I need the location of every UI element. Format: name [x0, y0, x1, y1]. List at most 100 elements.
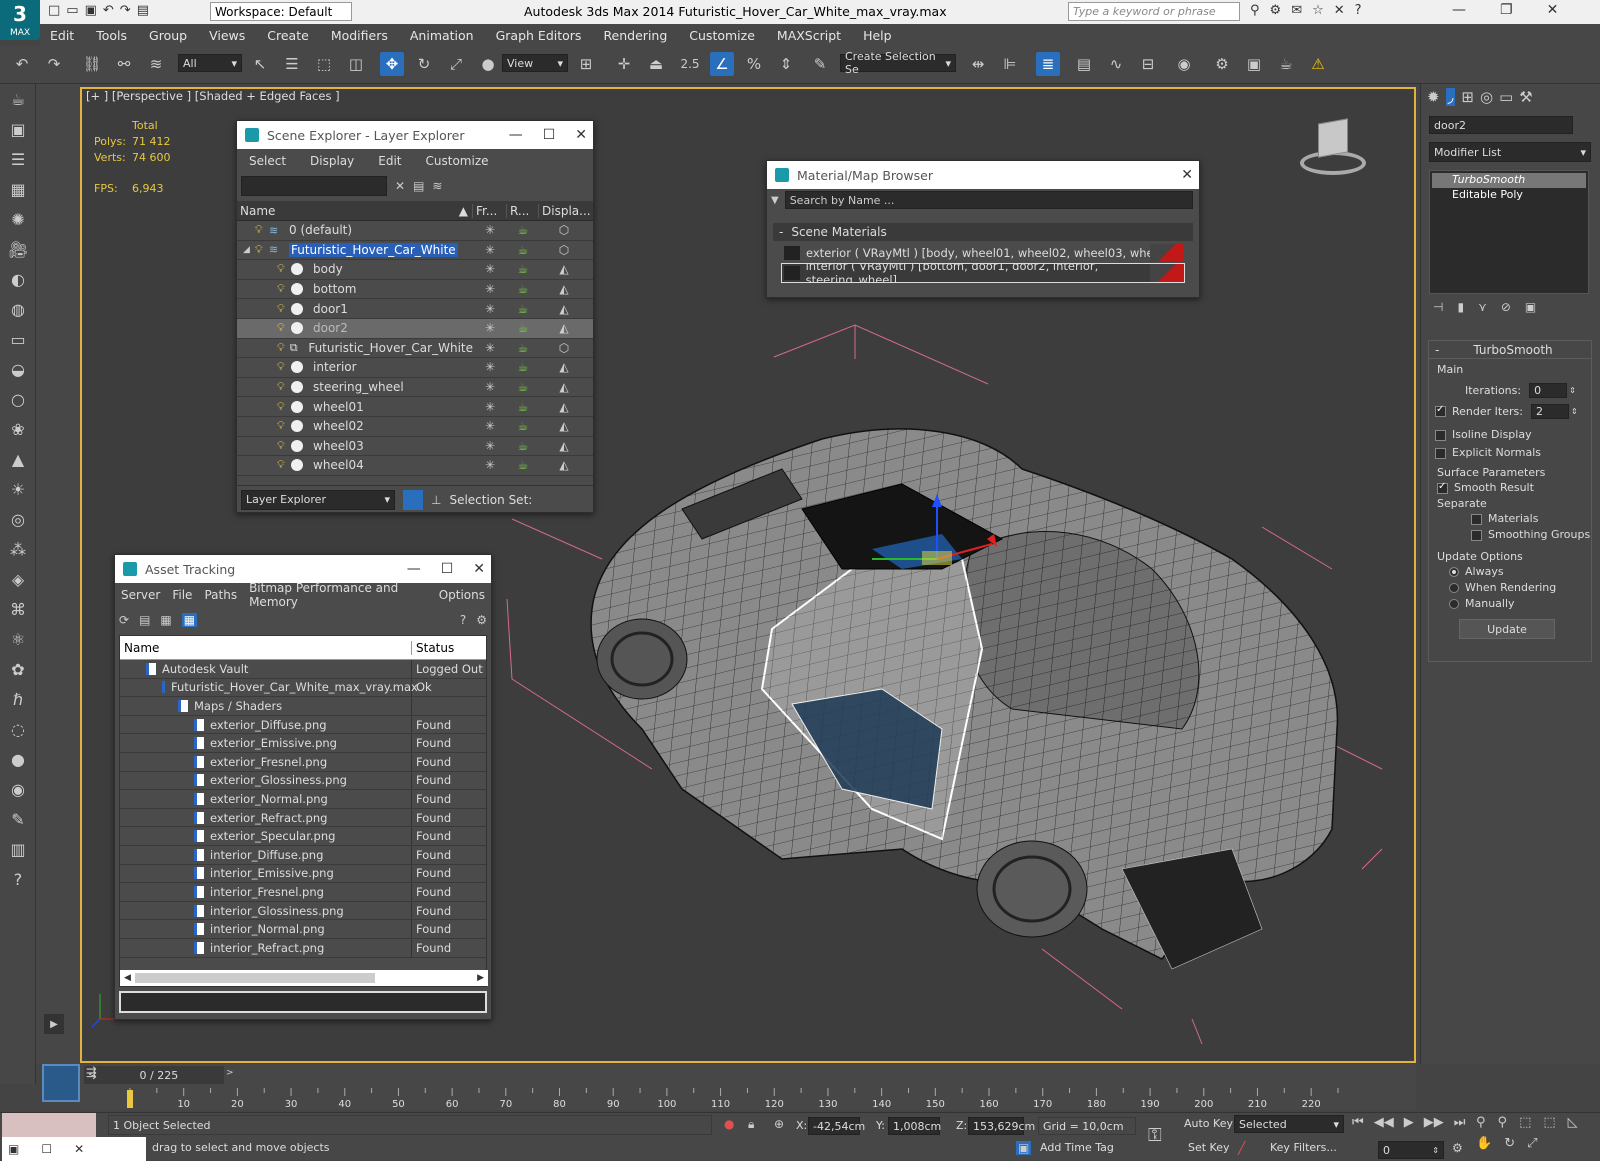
menu-rendering[interactable]: Rendering	[593, 28, 679, 43]
update-always-radio[interactable]	[1449, 567, 1459, 577]
z-coordinate-field[interactable]: 153,629cm	[968, 1117, 1035, 1135]
render-teapot-icon[interactable]: ☕	[507, 302, 539, 316]
asset-row[interactable]: exterior_Refract.png Found	[120, 808, 486, 828]
undo-icon[interactable]: ↶	[103, 3, 114, 18]
freeze-icon[interactable]: ✳	[473, 262, 507, 276]
box-icon[interactable]: ◒	[0, 354, 36, 384]
plant-icon[interactable]: ❀	[0, 414, 36, 444]
foliage-icon[interactable]: ✿	[0, 654, 36, 684]
maximize-icon[interactable]: ☐	[543, 127, 556, 143]
pin-stack-icon[interactable]: ⊣	[1433, 300, 1443, 314]
scroll-thumb[interactable]	[134, 973, 375, 983]
create-tab-icon[interactable]: ✹	[1427, 88, 1440, 106]
maximize-window-icon[interactable]: ❐	[1500, 2, 1513, 18]
menu-tools[interactable]: Tools	[86, 28, 139, 43]
next-frame-arrow-icon[interactable]: >	[226, 1068, 234, 1078]
render-teapot-icon[interactable]: ☕	[507, 321, 539, 335]
pan-icon[interactable]: ✋	[1476, 1136, 1492, 1151]
select-and-move-icon[interactable]: ✥	[380, 52, 404, 76]
hierarchy-mode-icon[interactable]: ⊥	[431, 493, 441, 507]
named-selection-set-dropdown[interactable]: Create Selection Se ▾	[840, 50, 956, 76]
favorites-star-icon[interactable]: ☆	[1312, 3, 1324, 18]
cone-icon[interactable]: ▲	[0, 444, 36, 474]
list-view-icon[interactable]: ▤	[139, 613, 150, 627]
time-tag-icon[interactable]: ▣	[1016, 1141, 1032, 1155]
update-when-rendering-radio[interactable]	[1449, 583, 1459, 593]
snap-toggle-icon[interactable]: 2.5	[678, 52, 702, 76]
subscription-icon[interactable]: ⚙	[1270, 3, 1282, 18]
nurbs-icon[interactable]: ⌘	[0, 594, 36, 624]
render-iters-spinner-arrows[interactable]: ⇕	[1571, 407, 1578, 416]
utilities-tab-icon[interactable]: ⚒	[1519, 88, 1532, 106]
update-button[interactable]: Update	[1459, 619, 1555, 639]
undo-icon[interactable]: ↶	[10, 52, 34, 76]
explicit-normals-checkbox[interactable]	[1435, 447, 1446, 459]
visibility-bulb-icon[interactable]: 💡︎	[277, 400, 291, 414]
spinner-snap-icon[interactable]: ⇕	[774, 52, 798, 76]
material-icon[interactable]: ◉	[0, 774, 36, 804]
se-menu-edit[interactable]: Edit	[366, 154, 413, 168]
link-icon[interactable]: ⛓	[80, 52, 104, 76]
track-bar[interactable]: 0102030405060708090100110120130140150160…	[80, 1088, 1416, 1110]
save-icon[interactable]: ▣	[85, 3, 97, 18]
listener-restore-icon[interactable]: ☐	[41, 1142, 52, 1156]
play-icon[interactable]: ▶	[1404, 1115, 1414, 1130]
scene-explorer-row[interactable]: 💡︎ body ✳ ☕ ◭	[237, 260, 593, 280]
current-frame-field[interactable]: 0 ⇕	[1378, 1141, 1444, 1159]
angle-snap-icon[interactable]: ∠	[710, 52, 734, 76]
asset-row[interactable]: interior_Fresnel.png Found	[120, 883, 486, 902]
go-to-end-icon[interactable]: ⏭	[1454, 1115, 1466, 1130]
project-folder-icon[interactable]: ▤	[137, 3, 149, 18]
render-frame-icon[interactable]: ▣	[0, 114, 36, 144]
scene-explorer-row[interactable]: 💡︎ wheel01 ✳ ☕ ◭	[237, 397, 593, 417]
asset-row[interactable]: Futuristic_Hover_Car_White_max_vray.max O…	[120, 678, 486, 698]
display-shaded-icon[interactable]: ◭	[539, 439, 589, 453]
redo-icon[interactable]: ↷	[120, 3, 131, 18]
minimize-icon[interactable]: —	[407, 561, 421, 577]
expand-arrow-icon[interactable]: ▶	[44, 1014, 64, 1034]
browser-options-icon[interactable]: ▼	[771, 195, 779, 206]
display-shaded-icon[interactable]: ◭	[539, 400, 589, 414]
percent-snap-icon[interactable]: %	[742, 52, 766, 76]
zoom-extents-icon[interactable]: ⬚	[1519, 1115, 1531, 1130]
display-shaded-icon[interactable]: ◭	[539, 262, 589, 276]
freeze-icon[interactable]: ✳	[473, 302, 507, 316]
select-by-name-icon[interactable]: ☰	[280, 52, 304, 76]
workspace-dropdown[interactable]: Workspace: Default	[210, 2, 352, 21]
script-icon[interactable]: ✎	[0, 804, 36, 834]
separate-smoothing-groups-checkbox[interactable]	[1471, 529, 1482, 541]
scene-material-item[interactable]: interior ( VRayMtl ) [bottom, door1, doo…	[781, 263, 1185, 283]
display-shaded-icon[interactable]: ◭	[539, 282, 589, 296]
exchange-icon[interactable]: ✕	[1334, 3, 1345, 18]
select-filter-icon[interactable]: ≋	[432, 179, 442, 193]
asset-row[interactable]: Autodesk Vault Logged Out .	[120, 660, 486, 679]
freeze-icon[interactable]: ✳	[473, 223, 507, 237]
se-menu-select[interactable]: Select	[237, 154, 298, 168]
at-menu-bitmap-performance-and-memory[interactable]: Bitmap Performance and Memory	[243, 581, 433, 609]
material-browser-titlebar[interactable]: Material/Map Browser ✕	[767, 161, 1199, 189]
display-box-icon[interactable]: ⬡	[539, 243, 589, 257]
display-tab-icon[interactable]: ▭	[1499, 88, 1513, 106]
at-menu-server[interactable]: Server	[115, 588, 166, 602]
update-manually-radio[interactable]	[1449, 599, 1459, 609]
asset-row[interactable]: exterior_Normal.png Found	[120, 790, 486, 809]
binoculars-icon[interactable]: ⚲	[1250, 3, 1260, 18]
max-app-button[interactable]: 3 MAX	[0, 0, 40, 40]
thumbnail-view-icon[interactable]: ▦	[160, 613, 171, 627]
iterations-spinner[interactable]: 0	[1529, 382, 1568, 398]
scene-explorer-row[interactable]: ◢ 💡︎ ≋ Futuristic_Hover_Car_White ✳ ☕ ⬡	[237, 240, 593, 261]
sphere2-icon[interactable]: ●	[0, 744, 36, 774]
close-window-icon[interactable]: ✕	[1547, 2, 1559, 18]
align-icon[interactable]: ⊫	[998, 52, 1022, 76]
asset-row[interactable]: interior_Refract.png Found	[120, 938, 486, 958]
freeze-icon[interactable]: ✳	[473, 380, 507, 394]
maximize-icon[interactable]: ☐	[441, 561, 454, 577]
asset-settings-icon[interactable]: ⚙	[476, 613, 487, 627]
unlink-icon[interactable]: ⚯	[112, 52, 136, 76]
freeze-icon[interactable]: ✳	[473, 321, 507, 335]
light-icon[interactable]: ✺	[0, 204, 36, 234]
hierarchy-tab-icon[interactable]: ⊞	[1461, 88, 1474, 106]
freeze-icon[interactable]: ✳	[473, 341, 507, 355]
separate-materials-checkbox[interactable]	[1471, 513, 1482, 525]
render-setup-icon[interactable]: ⚙	[1210, 52, 1234, 76]
